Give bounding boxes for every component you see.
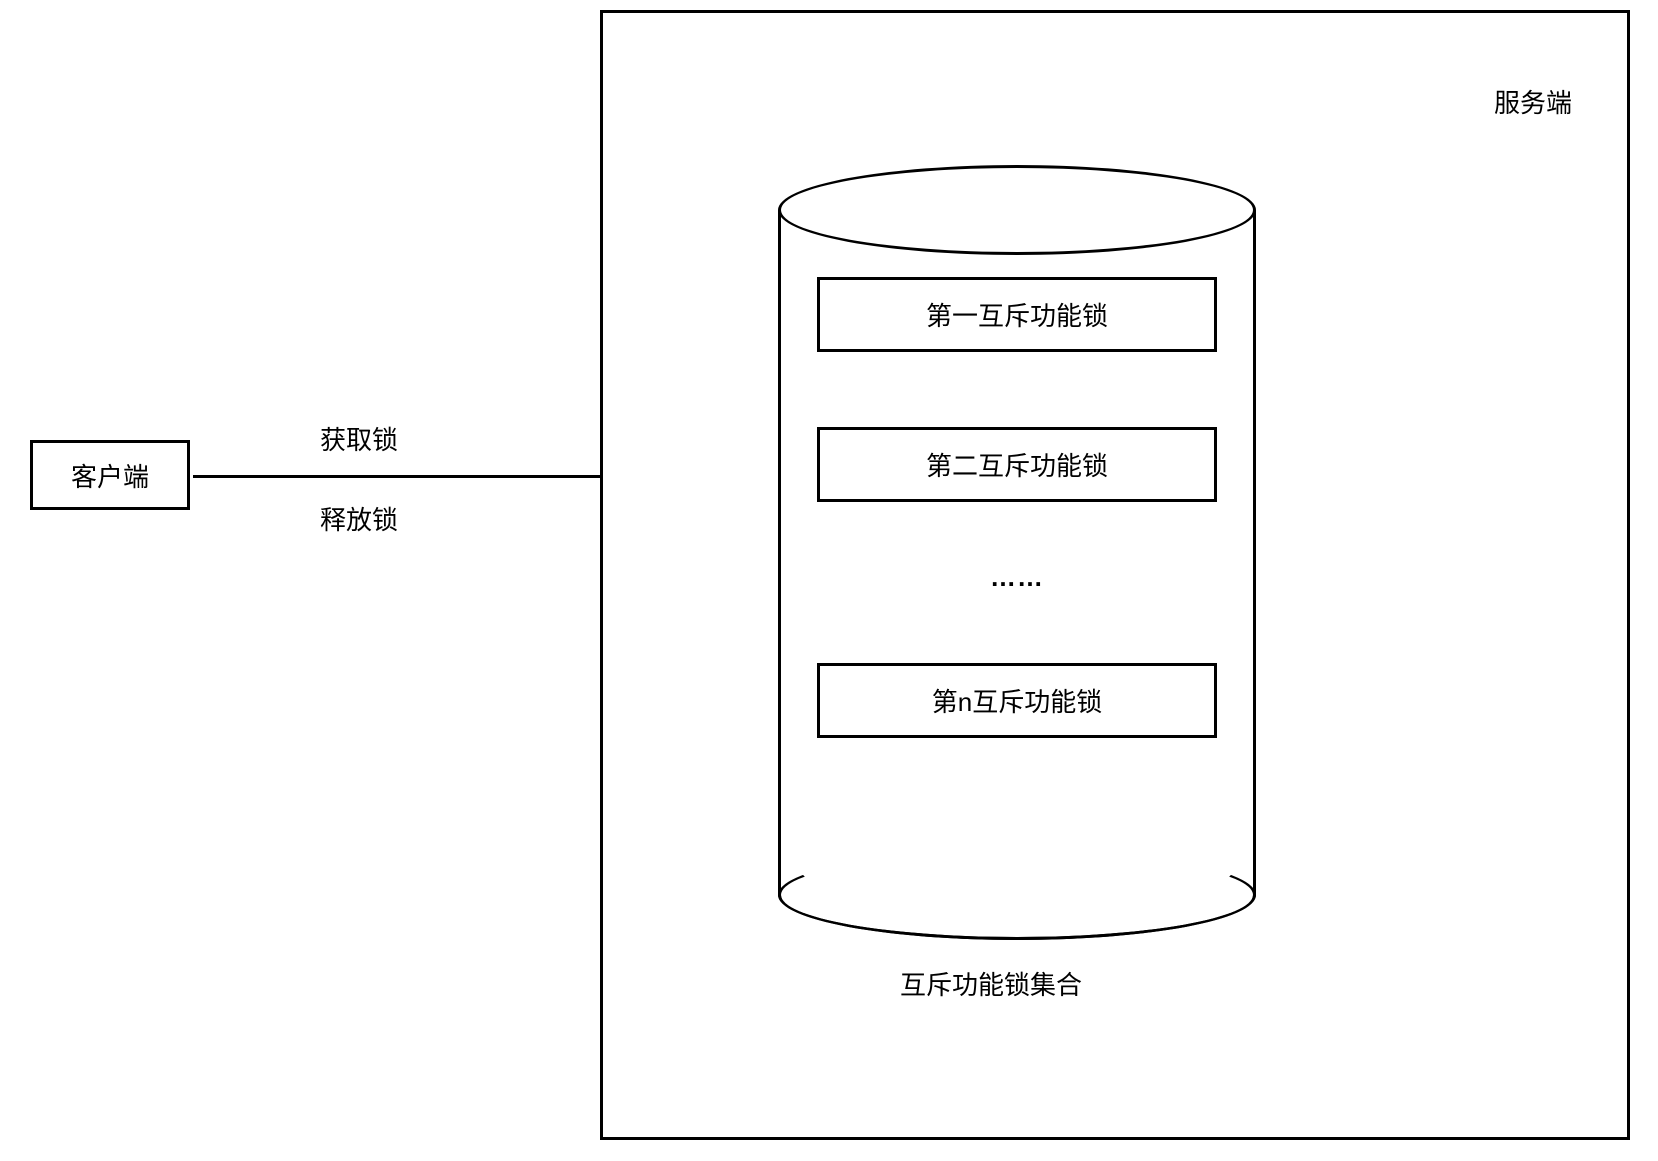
client-label: 客户端	[71, 457, 149, 494]
ellipsis: ……	[990, 562, 1044, 593]
lock-item: 第n互斥功能锁	[817, 663, 1217, 738]
diagram-canvas: 客户端 获取锁 释放锁 服务端 第一互斥功能锁 第二互斥功能锁 …… 第n互斥功…	[0, 0, 1658, 1161]
lock-item: 第二互斥功能锁	[817, 427, 1217, 502]
arrow-label-release: 释放锁	[320, 500, 398, 537]
lock-label: 第二互斥功能锁	[926, 446, 1108, 483]
server-title: 服务端	[1494, 83, 1572, 120]
lock-collection-cylinder: 第一互斥功能锁 第二互斥功能锁 …… 第n互斥功能锁	[778, 165, 1256, 940]
arrow-label-acquire: 获取锁	[320, 420, 398, 457]
lock-list: 第一互斥功能锁 第二互斥功能锁 …… 第n互斥功能锁	[778, 277, 1256, 738]
cylinder-top	[778, 165, 1256, 255]
collection-label: 互斥功能锁集合	[900, 965, 1082, 1002]
lock-label: 第n互斥功能锁	[932, 682, 1102, 719]
client-box: 客户端	[30, 440, 190, 510]
lock-item: 第一互斥功能锁	[817, 277, 1217, 352]
lock-label: 第一互斥功能锁	[926, 296, 1108, 333]
